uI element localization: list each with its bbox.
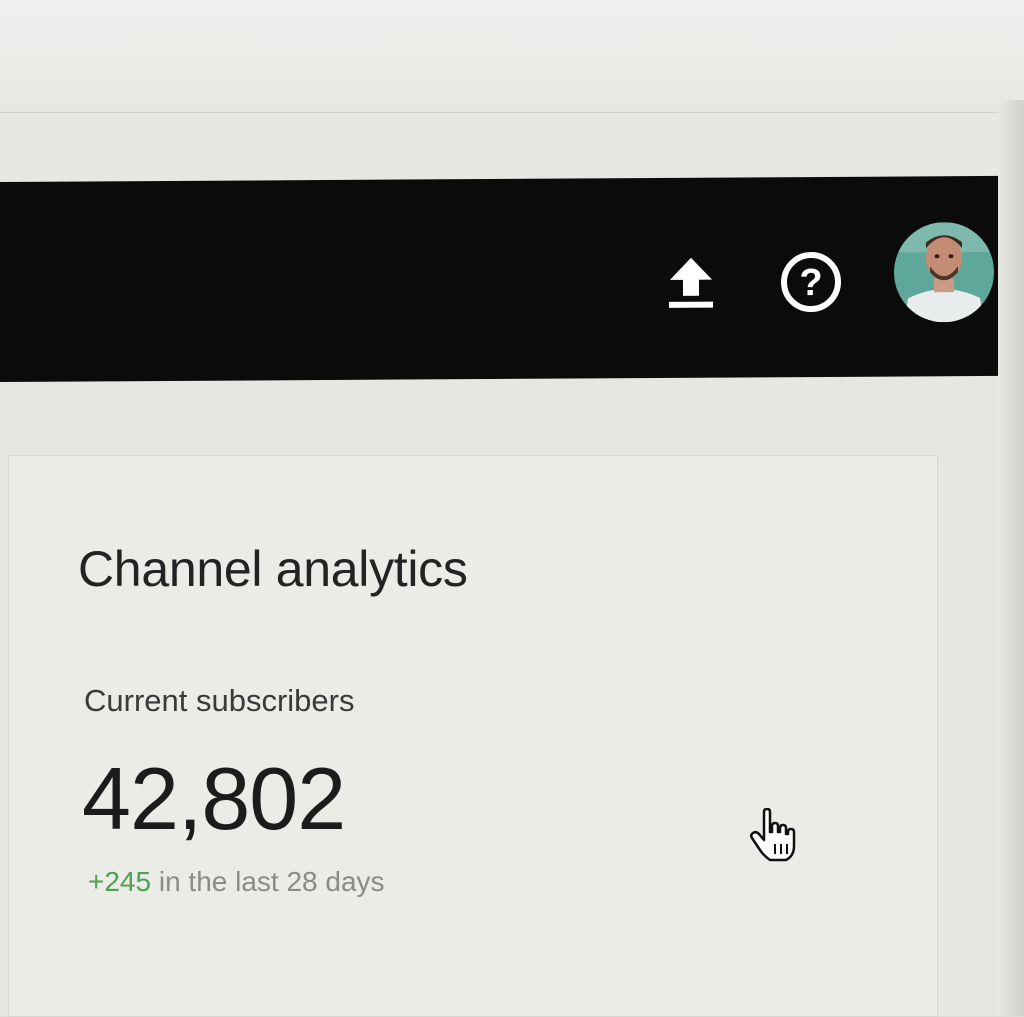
- subscribers-delta-period: in the last 28 days: [151, 866, 385, 897]
- upload-button[interactable]: [664, 254, 718, 310]
- subscribers-delta: +245 in the last 28 days: [88, 866, 385, 898]
- help-button[interactable]: ?: [778, 249, 844, 315]
- screen: ? Channel analytics Current subscribers …: [0, 0, 1024, 1017]
- subscribers-delta-value: +245: [88, 866, 152, 897]
- right-edge: [998, 100, 1024, 1016]
- subscribers-count: 42,802: [82, 749, 346, 848]
- masthead-actions: ?: [0, 176, 1024, 382]
- help-icon: ?: [781, 252, 841, 313]
- user-avatar-image: [894, 221, 994, 323]
- subscribers-label: Current subscribers: [84, 683, 355, 718]
- svg-text:?: ?: [799, 262, 822, 304]
- masthead: ?: [0, 175, 1024, 382]
- browser-chrome: [0, 0, 1024, 120]
- hand-pointer-icon: [748, 807, 800, 864]
- avatar[interactable]: [894, 221, 994, 323]
- card-title: Channel analytics: [78, 541, 468, 597]
- upload-icon: [669, 257, 713, 308]
